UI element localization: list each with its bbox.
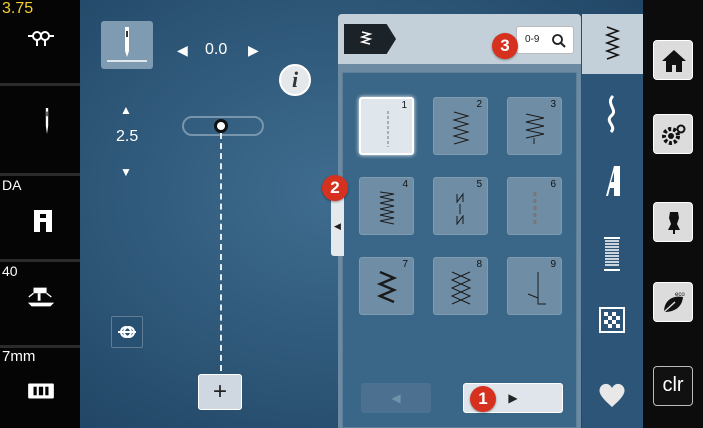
callout-badge: 3 bbox=[492, 33, 518, 59]
prev-page-button[interactable]: ◀ bbox=[361, 383, 431, 413]
search-icon bbox=[552, 34, 566, 48]
stitch-plate-icon bbox=[28, 383, 54, 399]
buttonholes-icon[interactable] bbox=[601, 236, 623, 272]
needle-left-arrow[interactable]: ◀ bbox=[177, 42, 188, 59]
needle-icon bbox=[45, 108, 49, 134]
triple-straight-stitch-icon bbox=[533, 192, 537, 224]
alphabets-icon[interactable] bbox=[598, 164, 626, 198]
stitch-panel: 0-9 1 2 3 4 5 6 7 8 9 ◀ ▶ bbox=[338, 14, 581, 428]
tutorial-button[interactable] bbox=[653, 202, 693, 242]
home-button[interactable] bbox=[653, 40, 693, 80]
decorative-stitches-icon[interactable] bbox=[603, 94, 621, 134]
stitch-number: 8 bbox=[476, 259, 482, 270]
gear-icon bbox=[662, 124, 686, 145]
category-practical-stitches[interactable] bbox=[582, 14, 643, 74]
practical-stitches-icon bbox=[604, 26, 621, 60]
stitch-cell[interactable]: 5 bbox=[433, 177, 488, 235]
stitch-number: 4 bbox=[402, 179, 408, 190]
info-button[interactable]: i bbox=[279, 64, 311, 96]
eco-button[interactable]: eco bbox=[653, 282, 693, 322]
presser-foot-status[interactable]: DA bbox=[0, 176, 80, 260]
right-menu: eco clr bbox=[643, 0, 703, 428]
stitch-category-tab[interactable] bbox=[344, 24, 396, 54]
stitch-cell[interactable]: 3 bbox=[507, 97, 562, 155]
stitch-number: 5 bbox=[476, 179, 482, 190]
needle-position-tile[interactable] bbox=[101, 21, 153, 69]
running-stitch-icon bbox=[379, 191, 395, 225]
stitch-number: 6 bbox=[550, 179, 556, 190]
search-button-label: 0-9 bbox=[525, 34, 540, 45]
stitch-cell[interactable]: 4 bbox=[359, 177, 414, 235]
needle-position-value: 0.0 bbox=[205, 41, 228, 58]
add-stitch-button[interactable]: + bbox=[198, 374, 242, 410]
stitch-number: 2 bbox=[476, 99, 482, 110]
stitch-plate-status[interactable]: 7mm bbox=[0, 348, 80, 428]
needle-position-icon bbox=[107, 27, 147, 62]
setup-button[interactable] bbox=[653, 114, 693, 154]
securing-stitch-button[interactable] bbox=[111, 316, 143, 348]
securing-program-icon bbox=[456, 192, 464, 226]
favorites-heart-icon[interactable] bbox=[598, 382, 626, 408]
category-tabs bbox=[582, 14, 643, 428]
stitch-preview-line bbox=[220, 133, 222, 371]
needle-status[interactable] bbox=[0, 86, 80, 174]
blind-stitch-icon bbox=[527, 272, 546, 305]
callout-badge: 2 bbox=[322, 175, 348, 201]
presser-pressure-icon bbox=[27, 287, 55, 307]
stitch-cell[interactable]: 6 bbox=[507, 177, 562, 235]
clear-button[interactable]: clr bbox=[653, 366, 693, 406]
quilt-stitches-icon[interactable] bbox=[599, 307, 625, 333]
eco-leaf-icon: eco bbox=[663, 292, 685, 313]
status-column: 3.75 DA 40 7mm bbox=[0, 0, 80, 428]
main-canvas: ◀ 0.0 ▶ i ▲ 2.5 ▼ + 0-9 1 2 3 4 5 6 7 8 … bbox=[80, 0, 643, 428]
presser-pressure-value: 40 bbox=[2, 263, 18, 279]
stitch-plate-label: 7mm bbox=[2, 348, 36, 365]
stitch-cell[interactable]: 2 bbox=[433, 97, 488, 155]
vari-overlock-stitch-icon bbox=[525, 113, 545, 144]
thread-tension-value: 3.75 bbox=[2, 0, 34, 17]
presser-foot-label: DA bbox=[2, 177, 22, 193]
stitch-width-value: 2.5 bbox=[116, 128, 139, 145]
securing-stitch-icon bbox=[118, 326, 136, 338]
zigzag-stitch-icon bbox=[452, 111, 470, 145]
width-slider-knob[interactable] bbox=[214, 119, 228, 133]
panel-collapse-tab[interactable]: ◀ bbox=[331, 196, 344, 256]
stitch-zigzag-icon bbox=[360, 31, 373, 45]
presser-pressure-status[interactable]: 40 bbox=[0, 262, 80, 346]
stitch-number: 3 bbox=[550, 99, 556, 110]
straight-stitch-icon bbox=[387, 111, 389, 147]
stitch-panel-header: 0-9 bbox=[338, 14, 581, 64]
needle-right-arrow[interactable]: ▶ bbox=[248, 42, 259, 59]
presser-foot-icon bbox=[34, 210, 52, 232]
stitch-number: 9 bbox=[550, 259, 556, 270]
callout-badge: 1 bbox=[470, 386, 496, 412]
home-icon bbox=[662, 50, 686, 72]
svg-text:eco: eco bbox=[675, 292, 685, 298]
stitch-number: 7 bbox=[402, 259, 408, 270]
tension-icon bbox=[28, 31, 54, 46]
width-increase-arrow[interactable]: ▲ bbox=[120, 103, 132, 117]
stitch-cell[interactable]: 1 bbox=[359, 97, 414, 155]
dress-form-icon bbox=[668, 212, 680, 234]
stitch-cell[interactable]: 8 bbox=[433, 257, 488, 315]
stitch-cell[interactable]: 9 bbox=[507, 257, 562, 315]
triple-zigzag-stitch-icon bbox=[376, 270, 398, 304]
vari-zigzag-stitch-icon bbox=[450, 271, 472, 305]
width-decrease-arrow[interactable]: ▼ bbox=[120, 165, 132, 179]
thread-tension-status[interactable]: 3.75 bbox=[0, 0, 80, 84]
stitch-cell[interactable]: 7 bbox=[359, 257, 414, 315]
search-button[interactable]: 0-9 bbox=[516, 26, 574, 54]
stitch-grid: 1 2 3 4 5 6 7 8 9 ◀ ▶ bbox=[342, 72, 577, 428]
